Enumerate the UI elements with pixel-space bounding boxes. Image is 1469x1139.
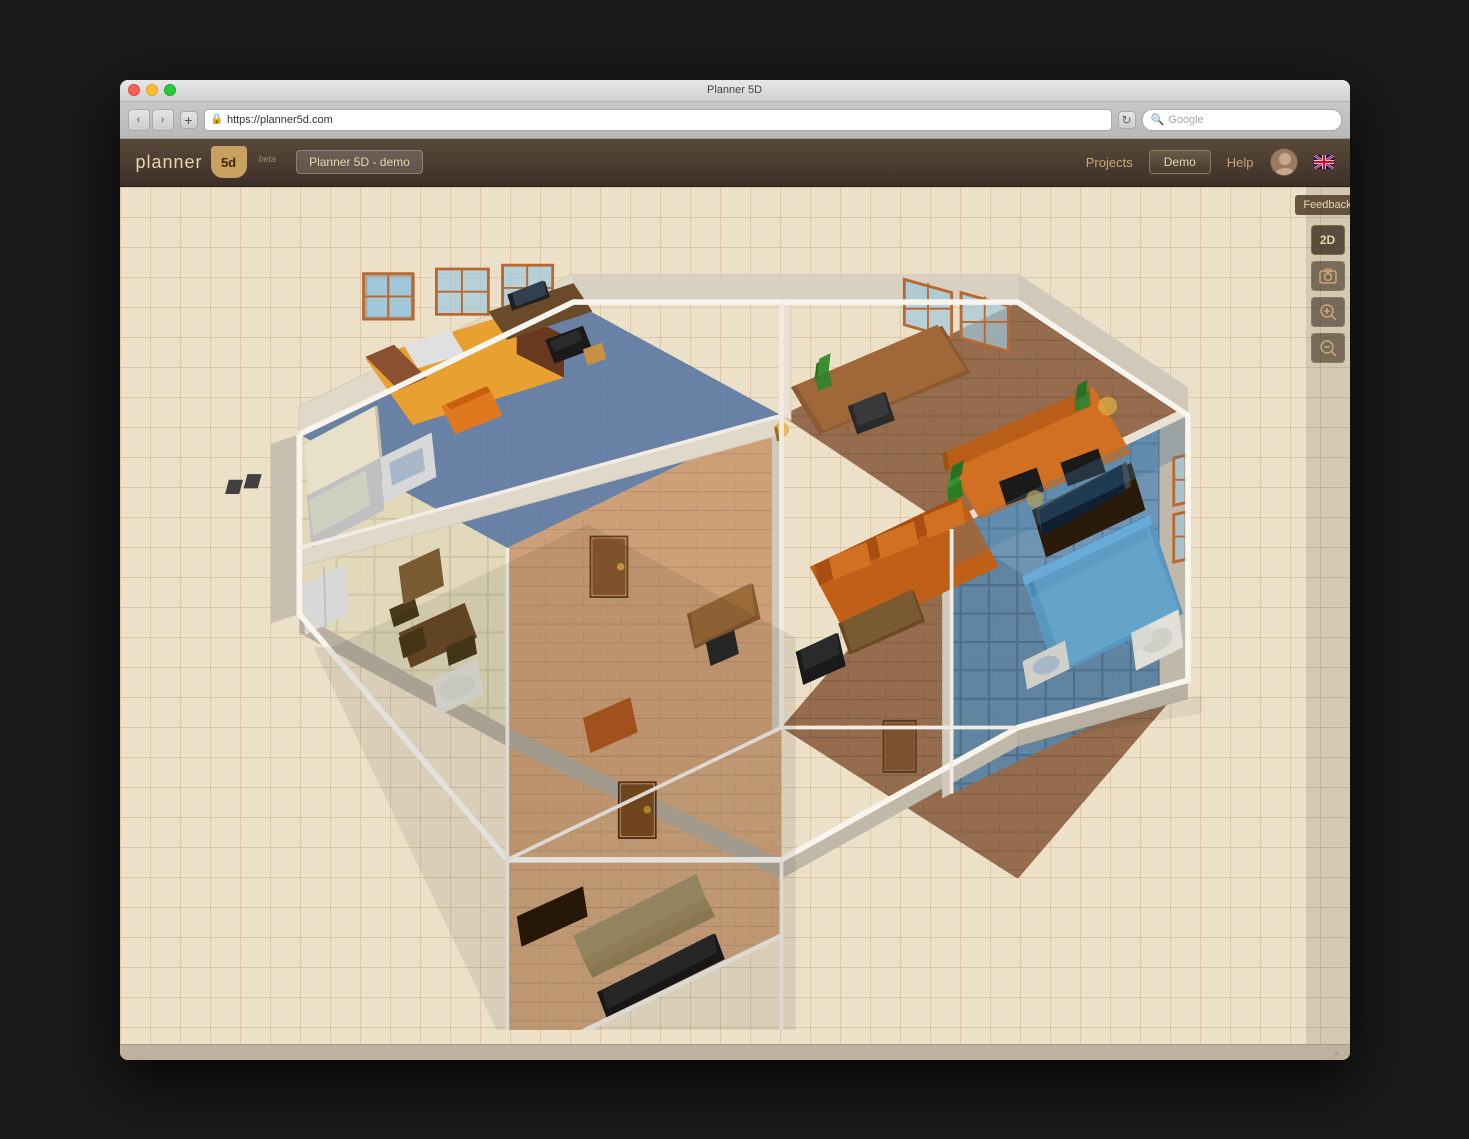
forward-button[interactable]: › (152, 109, 174, 131)
resize-handle[interactable]: ⌟ (1334, 1046, 1346, 1058)
header-right: Projects Demo Help (1086, 148, 1334, 176)
search-bar[interactable]: 🔍 Google (1142, 109, 1342, 131)
zoom-in-button[interactable] (1311, 297, 1345, 327)
address-bar[interactable]: 🔒 https://planner5d.com (204, 109, 1112, 131)
right-sidebar: Feedback 2D (1306, 187, 1350, 1060)
beta-badge: beta (259, 154, 277, 164)
canvas-area[interactable]: Feedback 2D (120, 187, 1350, 1060)
browser-chrome: ‹ › + 🔒 https://planner5d.com ↻ 🔍 Google (120, 102, 1350, 139)
reload-button[interactable]: ↻ (1118, 111, 1136, 129)
avatar[interactable] (1270, 148, 1298, 176)
title-bar: Planner 5D (120, 80, 1350, 102)
lock-icon: 🔒 (211, 114, 223, 125)
close-button[interactable] (128, 84, 140, 96)
view-2d-button[interactable]: 2D (1311, 225, 1345, 255)
projects-nav[interactable]: Projects (1086, 155, 1133, 170)
search-icon: 🔍 (1151, 113, 1165, 126)
back-button[interactable]: ‹ (128, 109, 150, 131)
browser-toolbar: ‹ › + 🔒 https://planner5d.com ↻ 🔍 Google (128, 106, 1342, 134)
logo-area: planner 5d beta (136, 146, 277, 178)
traffic-lights (128, 84, 176, 96)
maximize-button[interactable] (164, 84, 176, 96)
feedback-button[interactable]: Feedback (1295, 195, 1349, 215)
logo-text: planner (136, 152, 203, 173)
minimize-button[interactable] (146, 84, 158, 96)
window-title: Planner 5D (707, 84, 762, 96)
status-bar: ⌟ (120, 1044, 1350, 1060)
app-header: planner 5d beta Planner 5D - demo Projec… (120, 139, 1350, 187)
nav-buttons: ‹ › (128, 109, 174, 131)
new-tab-button[interactable]: + (180, 111, 198, 129)
screenshot-button[interactable] (1311, 261, 1345, 291)
browser-window: Planner 5D ‹ › + 🔒 https://planner5d.com… (120, 80, 1350, 1060)
project-name[interactable]: Planner 5D - demo (296, 150, 423, 174)
language-flag[interactable] (1314, 155, 1334, 169)
demo-button[interactable]: Demo (1149, 150, 1211, 174)
floorplan-3d[interactable] (150, 217, 1290, 1030)
zoom-out-button[interactable] (1311, 333, 1345, 363)
help-nav[interactable]: Help (1227, 155, 1254, 170)
url-text: https://planner5d.com (227, 114, 333, 126)
search-placeholder: Google (1168, 114, 1203, 126)
logo-icon: 5d (211, 146, 247, 178)
